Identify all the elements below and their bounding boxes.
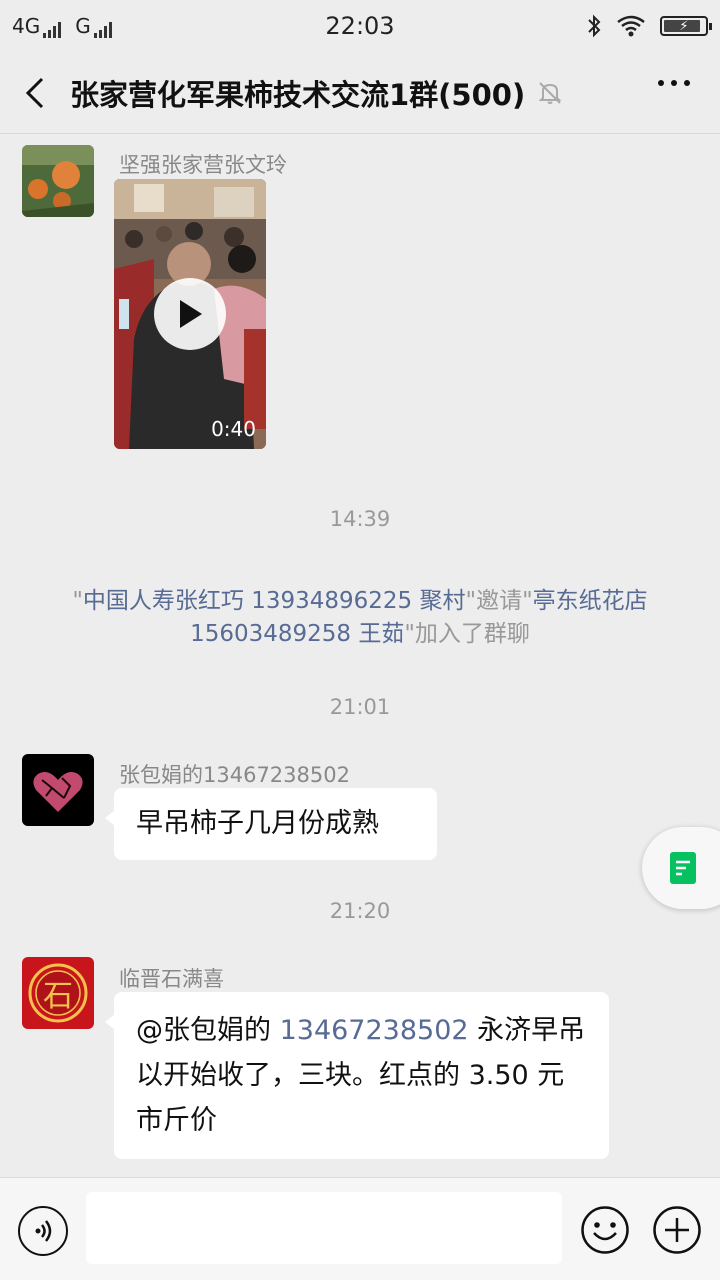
input-bar [0, 1177, 720, 1280]
timestamp: 14:39 [329, 507, 391, 531]
battery-icon: ⚡ [660, 16, 712, 36]
mention-phone-link[interactable]: 13467238502 [280, 1015, 469, 1046]
video-duration: 0:40 [211, 417, 256, 441]
network-g-label: G [75, 14, 91, 38]
voice-button[interactable] [18, 1206, 68, 1256]
message-list[interactable]: 坚强张家营张文玲 0:40 14:39 "中国人寿张红巧 13934896225… [0, 135, 720, 1177]
avatar[interactable] [22, 145, 94, 217]
more-options-button[interactable] [658, 80, 690, 86]
floating-note-button[interactable] [642, 827, 720, 909]
status-icons: ⚡ [586, 14, 712, 38]
message-input[interactable] [86, 1192, 562, 1264]
signal-bars-icon [43, 22, 62, 38]
back-button[interactable] [0, 52, 70, 134]
avatar[interactable] [22, 754, 94, 826]
video-message[interactable]: 0:40 [114, 179, 266, 449]
network-4g: 4G [12, 14, 62, 38]
chat-title: 张家营化军果柿技术交流1群(500) [70, 77, 526, 112]
more-functions-button[interactable] [652, 1205, 702, 1255]
play-button[interactable] [154, 278, 226, 350]
system-message: "中国人寿张红巧 13934896225 聚村"邀请"亭东纸花店 1560348… [40, 585, 680, 651]
network-indicators: 4G G [12, 14, 112, 38]
emoji-button[interactable] [580, 1205, 630, 1255]
network-g: G [75, 14, 112, 38]
message-bubble[interactable]: 早吊柿子几月份成熟 [105, 788, 437, 860]
sender-name: 坚强张家营张文玲 [119, 153, 287, 177]
avatar[interactable]: 石 [22, 957, 94, 1029]
inviter-link[interactable]: 中国人寿张红巧 13934896225 聚村 [83, 588, 466, 614]
network-4g-label: 4G [12, 14, 41, 38]
sender-name: 张包娟的13467238502 [119, 763, 350, 787]
sender-name: 临晋石满喜 [119, 967, 224, 991]
play-icon [180, 300, 202, 328]
smiley-icon [581, 1206, 629, 1254]
voice-icon [35, 1220, 52, 1242]
quote-mark: " [72, 588, 83, 614]
bluetooth-icon [588, 14, 601, 38]
message-text: 早吊柿子几月份成熟 [136, 808, 379, 839]
plus-icon [653, 1206, 701, 1254]
message-bubble[interactable]: @张包娟的 13467238502 永济早吊以开始收了，三块。红点的 3.50 … [105, 992, 609, 1159]
timestamp: 21:20 [329, 899, 391, 923]
system-text: "加入了群聊 [404, 621, 530, 647]
wifi-icon [617, 15, 645, 37]
signal-bars-icon [93, 22, 112, 38]
avatar-character: 石 [43, 979, 73, 1014]
chat-header: 张家营化军果柿技术交流1群(500) [0, 52, 720, 134]
chevron-left-icon [25, 77, 44, 108]
note-icon [670, 852, 696, 884]
status-bar: 4G G 22:03 ⚡ [0, 0, 720, 52]
mute-icon [537, 79, 565, 107]
timestamp: 21:01 [329, 695, 391, 719]
mention-prefix: @张包娟的 [136, 1015, 280, 1046]
system-text: "邀请" [465, 588, 533, 614]
